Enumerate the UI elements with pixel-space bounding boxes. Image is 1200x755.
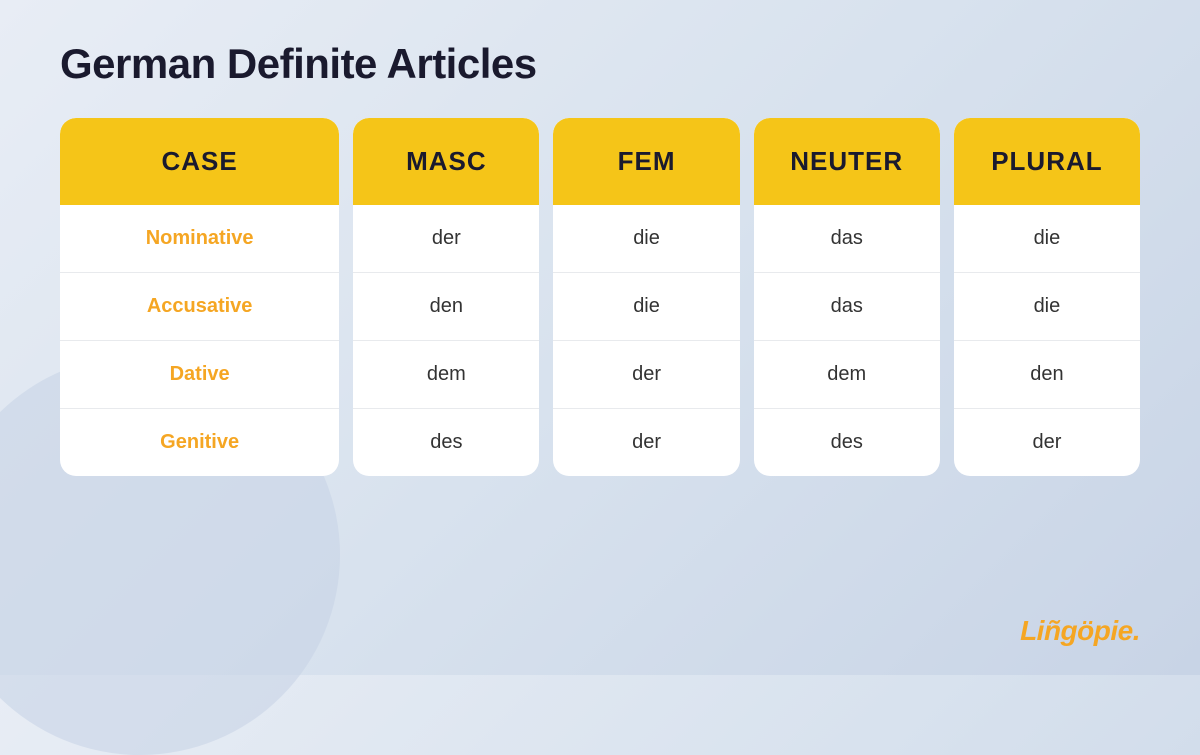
cell-case-2: Dative (60, 340, 339, 408)
body-case: NominativeAccusativeDativeGenitive (60, 205, 339, 476)
cell-neuter-2: dem (754, 340, 940, 408)
body-plural: diediedender (954, 205, 1140, 476)
column-fem: FEMdiediederder (553, 118, 739, 476)
header-masc: MASC (353, 118, 539, 205)
header-neuter: NEUTER (754, 118, 940, 205)
page-title: German Definite Articles (60, 40, 1140, 88)
cell-plural-0: die (954, 205, 1140, 272)
cell-neuter-3: des (754, 408, 940, 476)
cell-neuter-1: das (754, 272, 940, 340)
column-masc: MASCderdendemdes (353, 118, 539, 476)
column-neuter: NEUTERdasdasdemdes (754, 118, 940, 476)
header-plural: PLURAL (954, 118, 1140, 205)
cell-case-3: Genitive (60, 408, 339, 476)
article-table: CASENominativeAccusativeDativeGenitiveMA… (60, 118, 1140, 476)
cell-case-0: Nominative (60, 205, 339, 272)
cell-plural-3: der (954, 408, 1140, 476)
cell-fem-3: der (553, 408, 739, 476)
cell-fem-1: die (553, 272, 739, 340)
body-fem: diediederder (553, 205, 739, 476)
cell-fem-0: die (553, 205, 739, 272)
body-neuter: dasdasdemdes (754, 205, 940, 476)
cell-masc-2: dem (353, 340, 539, 408)
cell-neuter-0: das (754, 205, 940, 272)
cell-fem-2: der (553, 340, 739, 408)
body-masc: derdendemdes (353, 205, 539, 476)
brand-logo: Liñgöpie. (1020, 615, 1140, 647)
page-wrapper: German Definite Articles CASENominativeA… (0, 0, 1200, 506)
cell-case-1: Accusative (60, 272, 339, 340)
column-plural: PLURALdiediedender (954, 118, 1140, 476)
cell-masc-0: der (353, 205, 539, 272)
header-fem: FEM (553, 118, 739, 205)
header-case: CASE (60, 118, 339, 205)
cell-plural-1: die (954, 272, 1140, 340)
column-case: CASENominativeAccusativeDativeGenitive (60, 118, 339, 476)
cell-masc-3: des (353, 408, 539, 476)
cell-masc-1: den (353, 272, 539, 340)
cell-plural-2: den (954, 340, 1140, 408)
